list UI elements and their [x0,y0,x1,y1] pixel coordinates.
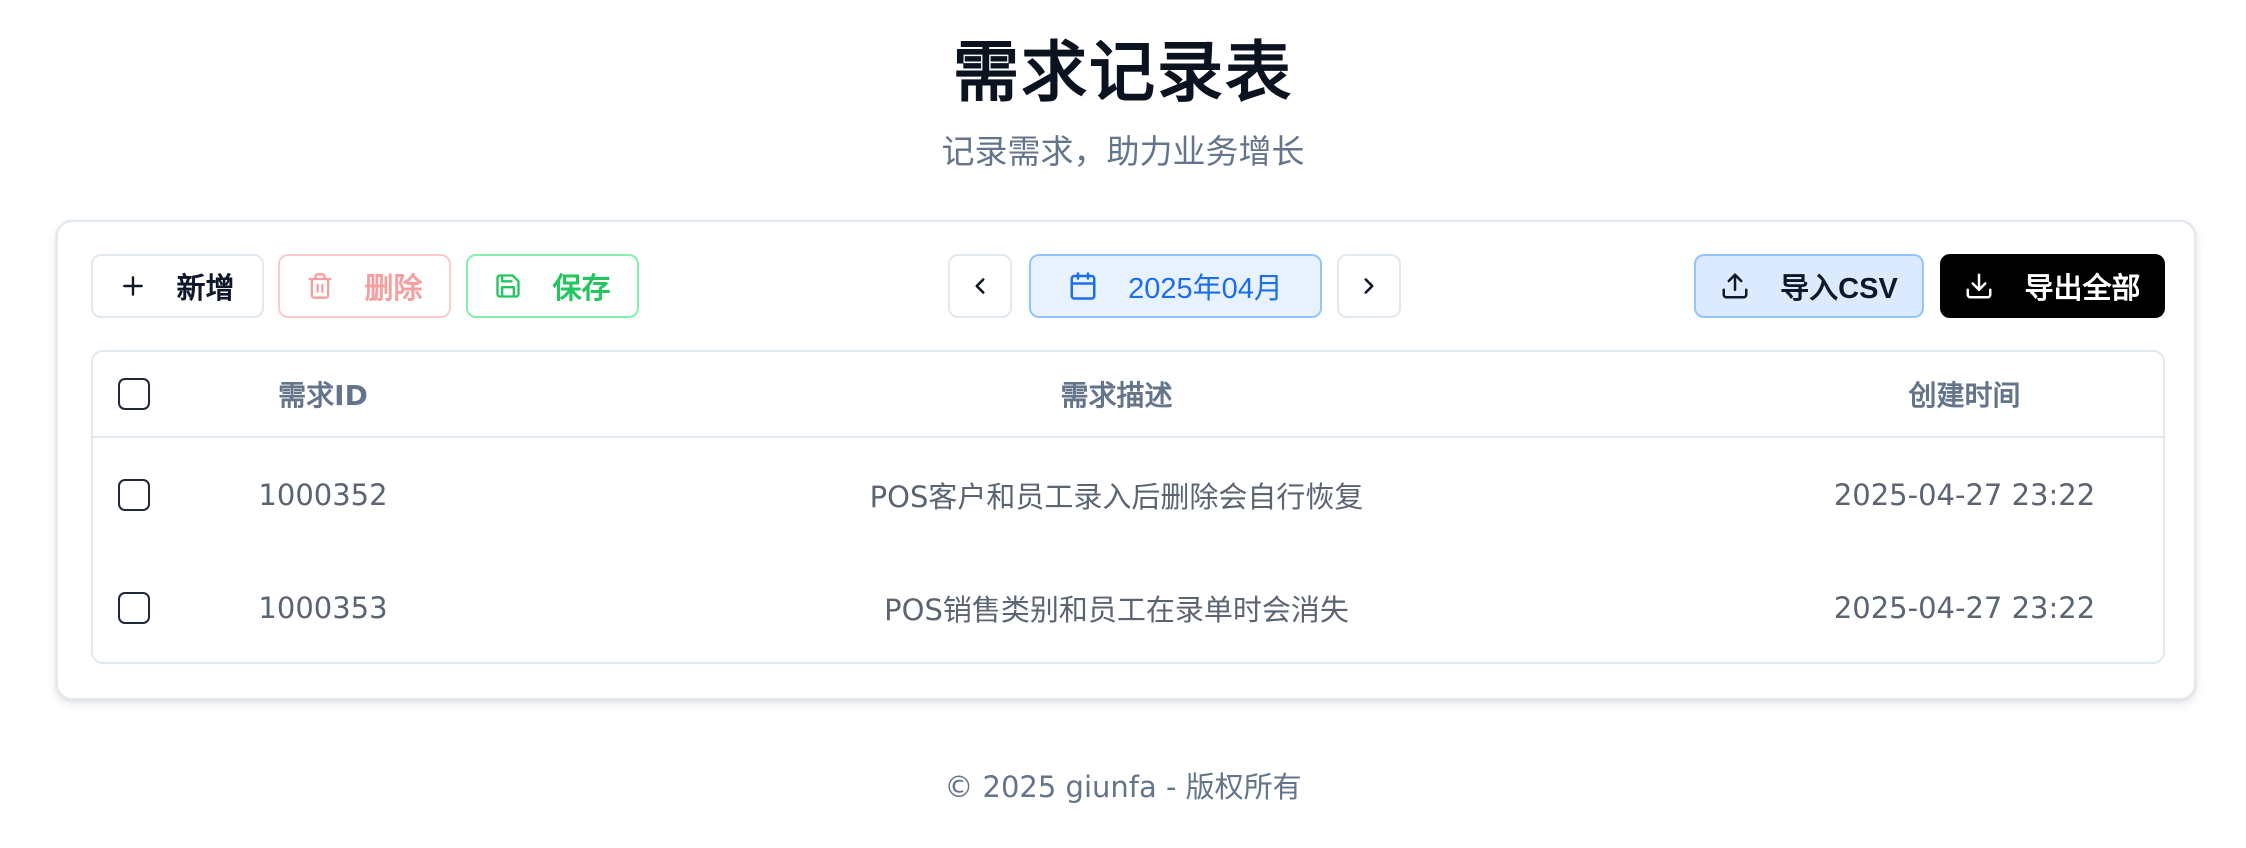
next-month-button[interactable] [1337,254,1401,318]
page-title: 需求记录表 [953,34,1293,111]
month-label: 2025年04月 [1128,273,1283,305]
column-header-description[interactable]: 需求描述 [471,352,1762,436]
table-row[interactable]: 1000352 POS客户和员工录入后删除会自行恢复 2025-04-27 23… [93,438,2163,552]
select-all-checkbox[interactable] [118,378,150,410]
save-button[interactable]: 保存 [466,254,639,318]
delete-button-label: 删除 [364,273,423,305]
row-checkbox[interactable] [118,479,150,511]
row-select-cell [93,552,175,662]
chevron-right-icon [1364,278,1374,294]
cell-description: POS销售类别和员工在录单时会消失 [884,593,1349,627]
save-button-label: 保存 [552,273,611,305]
records-card: 新增 删除 保存 2025年04月 导入CSV 导出全部 需求ID 需求描述 创… [56,220,2196,700]
prev-month-button[interactable] [948,254,1012,318]
table-row[interactable]: 1000353 POS销售类别和员工在录单时会消失 2025-04-27 23:… [93,552,2163,662]
floppy-disk-icon [496,274,521,298]
export-all-button[interactable]: 导出全部 [1940,254,2165,318]
page-subtitle: 记录需求，助力业务增长 [941,132,1305,171]
page: 需求记录表 记录需求，助力业务增长 新增 删除 保存 2025年04月 导入CS… [0,0,2246,848]
page-header: 需求记录表 记录需求，助力业务增长 [0,30,2246,174]
add-button-label: 新增 [176,273,235,305]
table-header-row: 需求ID 需求描述 创建时间 [93,352,2163,438]
row-select-cell [93,438,175,552]
cell-created-time: 2025-04-27 23:22 [1833,591,2096,625]
export-all-label: 导出全部 [2024,273,2141,305]
row-checkbox[interactable] [118,592,150,624]
add-button[interactable]: 新增 [91,254,264,318]
chevron-left-icon [975,278,985,294]
column-header-id[interactable]: 需求ID [175,352,471,436]
trash-icon [308,273,333,299]
import-csv-label: 导入CSV [1780,273,1898,305]
records-table: 需求ID 需求描述 创建时间 1000352 POS客户和员工录入后删除会自行恢… [91,350,2165,664]
footer-copyright: © 2025 giunfa - 版权所有 [944,770,1302,804]
cell-description: POS客户和员工录入后删除会自行恢复 [869,480,1364,514]
calendar-icon [1070,272,1096,300]
delete-button[interactable]: 删除 [278,254,451,318]
month-picker-button[interactable]: 2025年04月 [1029,254,1322,318]
cell-id: 1000352 [258,478,388,512]
column-header-created-time[interactable]: 创建时间 [1762,352,2163,436]
import-csv-button[interactable]: 导入CSV [1694,254,1924,318]
select-all-cell [93,352,175,436]
download-icon [1966,273,1992,299]
plus-icon [123,276,144,296]
upload-icon [1722,273,1748,299]
cell-created-time: 2025-04-27 23:22 [1833,478,2096,512]
cell-id: 1000353 [258,591,388,625]
